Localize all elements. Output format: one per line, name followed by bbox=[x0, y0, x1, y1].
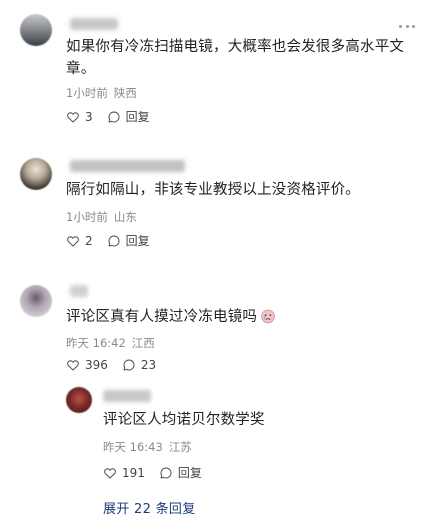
avatar[interactable] bbox=[20, 158, 52, 190]
like-button[interactable]: 191 bbox=[103, 466, 145, 480]
avatar[interactable] bbox=[66, 387, 92, 413]
username-blurred[interactable] bbox=[70, 285, 88, 297]
username-blurred[interactable] bbox=[70, 160, 185, 172]
comment-text-content: 评论区真有人摸过冷冻电镜吗 bbox=[66, 309, 258, 325]
heart-icon bbox=[67, 111, 79, 122]
heart-icon bbox=[67, 235, 79, 246]
heart-icon bbox=[67, 360, 79, 371]
avatar[interactable] bbox=[20, 285, 52, 317]
like-count: 191 bbox=[122, 465, 145, 480]
comment-icon bbox=[160, 467, 172, 478]
more-options-icon[interactable] bbox=[399, 24, 415, 28]
comment-text: 如果你有冷冻扫描电镜，大概率也会发很多高水平文章。 bbox=[66, 39, 405, 77]
comment-text: 评论区真有人摸过冷冻电镜吗 bbox=[66, 306, 411, 328]
comment-location: 山东 bbox=[113, 210, 137, 224]
like-count: 2 bbox=[85, 233, 93, 248]
comment-icon bbox=[123, 359, 135, 371]
comment-actions: 3 回复 bbox=[66, 108, 164, 125]
comment-text: 隔行如隔山，非该专业教授以上没资格评价。 bbox=[66, 182, 360, 198]
expand-replies-link[interactable]: 展开 22 条回复 bbox=[103, 498, 196, 517]
reply-label: 回复 bbox=[125, 234, 150, 248]
comment-time: 1小时前 bbox=[66, 210, 108, 224]
comment-meta: 1小时前 陕西 bbox=[66, 85, 137, 101]
cry-emoji-icon bbox=[261, 309, 275, 324]
reply-button[interactable]: 23 bbox=[122, 358, 156, 372]
comment-time: 昨天 16:42 bbox=[66, 336, 126, 350]
reply-button[interactable]: 回复 bbox=[107, 108, 150, 125]
reply-time: 昨天 16:43 bbox=[103, 440, 163, 454]
reply-text: 评论区人均诺贝尔数学奖 bbox=[103, 412, 265, 428]
reply-meta: 昨天 16:43 江苏 bbox=[103, 439, 192, 455]
reply-actions: 191 回复 bbox=[103, 464, 216, 481]
comment-actions: 2 回复 bbox=[66, 232, 164, 249]
username-blurred[interactable] bbox=[103, 390, 151, 402]
reply-button[interactable]: 回复 bbox=[107, 232, 150, 249]
comment-location: 陕西 bbox=[113, 86, 137, 100]
like-button[interactable]: 396 bbox=[66, 358, 108, 372]
like-count: 3 bbox=[85, 109, 93, 124]
comment-actions: 396 23 bbox=[66, 358, 170, 372]
reply-location: 江苏 bbox=[168, 440, 192, 454]
comment-icon bbox=[108, 235, 120, 246]
comment-meta: 1小时前 山东 bbox=[66, 209, 137, 225]
reply-label: 回复 bbox=[177, 466, 202, 480]
comment-meta: 昨天 16:42 江西 bbox=[66, 335, 155, 351]
avatar[interactable] bbox=[20, 14, 52, 46]
like-count: 396 bbox=[85, 358, 108, 372]
comment-icon bbox=[108, 111, 120, 122]
like-button[interactable]: 2 bbox=[66, 234, 93, 248]
heart-icon bbox=[104, 467, 116, 478]
like-button[interactable]: 3 bbox=[66, 110, 93, 124]
comment-list: 如果你有冷冻扫描电镜，大概率也会发很多高水平文章。 1小时前 陕西 3 回复 隔行… bbox=[0, 0, 429, 532]
reply-count: 23 bbox=[140, 358, 157, 372]
comment-time: 1小时前 bbox=[66, 86, 108, 100]
reply-button[interactable]: 回复 bbox=[159, 464, 202, 481]
reply-label: 回复 bbox=[125, 110, 150, 124]
username-blurred[interactable] bbox=[70, 18, 118, 30]
comment-location: 江西 bbox=[131, 336, 155, 350]
